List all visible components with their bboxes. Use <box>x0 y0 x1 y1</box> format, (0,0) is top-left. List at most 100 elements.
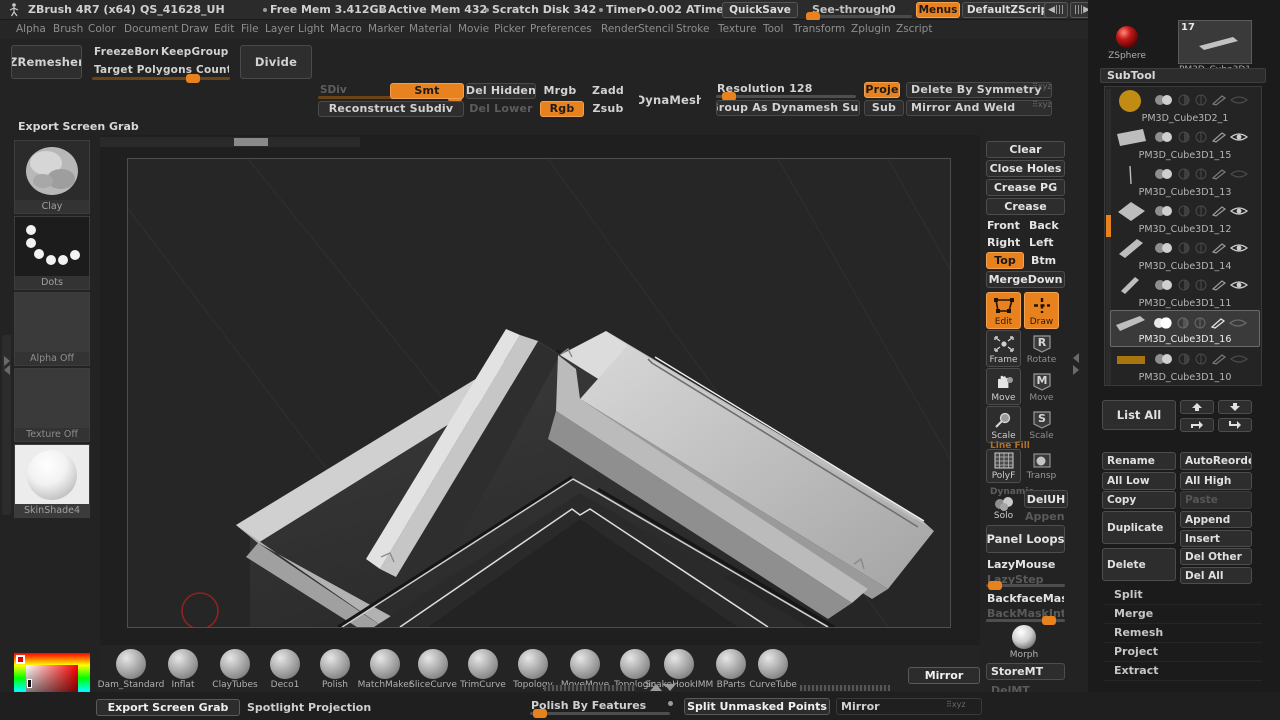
backface-mask-button[interactable]: BackfaceMas <box>986 590 1065 606</box>
menus-button[interactable]: Menus <box>916 2 960 18</box>
clear-button[interactable]: Clear <box>986 141 1065 158</box>
brush-shelf-scrollbar-left[interactable] <box>544 685 636 691</box>
half-circle-icon[interactable] <box>1177 279 1191 291</box>
subtool-row-1[interactable]: PM3D_Cube3D1_15 <box>1112 125 1258 162</box>
move-down-button[interactable] <box>1218 400 1252 414</box>
menu-item-texture[interactable]: Texture <box>718 23 756 35</box>
close-holes-button[interactable]: Close Holes <box>986 160 1065 177</box>
half-circle-icon[interactable] <box>1177 94 1191 106</box>
reconstruct-subdiv-button[interactable]: Reconstruct Subdiv <box>318 101 464 117</box>
move-up-button[interactable] <box>1180 400 1214 414</box>
all-low-button[interactable]: All Low <box>1102 472 1176 490</box>
morph-target-button[interactable]: Morph <box>1006 624 1042 660</box>
eye-dots-icon[interactable] <box>1154 242 1174 254</box>
nav-left-button[interactable]: ◀||| <box>1044 2 1068 18</box>
paint-brush-icon[interactable] <box>1211 94 1227 106</box>
tray-expand-arrow-icon[interactable] <box>1 350 12 380</box>
del-all-button[interactable]: Del All <box>1180 567 1252 584</box>
split-circle-icon[interactable] <box>1194 205 1208 217</box>
group-as-dynamesh-sub-button[interactable]: Group As Dynamesh Sub <box>716 100 860 116</box>
menu-item-macro[interactable]: Macro <box>330 23 362 35</box>
eye-dots-icon[interactable] <box>1154 205 1174 217</box>
menu-item-alpha[interactable]: Alpha <box>16 23 46 35</box>
menu-item-preferences[interactable]: Preferences <box>530 23 592 35</box>
brush-claytubes[interactable]: ClayTubes <box>212 649 258 691</box>
target-polygons-count-slider[interactable]: Target Polygons Count 5 <box>92 63 230 78</box>
brush-curvetube[interactable]: CurveTube <box>749 649 797 691</box>
split-circle-icon[interactable] <box>1194 94 1208 106</box>
duplicate-button[interactable]: Duplicate <box>1102 511 1176 544</box>
half-circle-icon[interactable] <box>1177 242 1191 254</box>
panel-loops-button[interactable]: Panel Loops <box>986 525 1065 553</box>
append-button[interactable]: Appen <box>1024 509 1072 524</box>
half-circle-icon[interactable] <box>1177 353 1191 365</box>
eye-dots-icon[interactable] <box>1154 168 1174 180</box>
menu-item-render[interactable]: Render <box>601 23 638 35</box>
shelf-scroll-arrows-icon[interactable] <box>644 683 680 692</box>
split-circle-icon[interactable] <box>1194 168 1208 180</box>
spotlight-projection-button[interactable]: Spotlight Projection <box>246 699 390 716</box>
target-polygons-track[interactable] <box>92 74 230 83</box>
move-out-button[interactable] <box>1218 418 1252 432</box>
delete-button[interactable]: Delete <box>1102 548 1176 581</box>
subtool-row-3[interactable]: PM3D_Cube3D1_12 <box>1112 199 1258 236</box>
resolution-track[interactable] <box>716 92 856 101</box>
menu-item-color[interactable]: Color <box>88 23 115 35</box>
split-circle-icon[interactable] <box>1194 279 1208 291</box>
project-section-button[interactable]: Project <box>1104 643 1262 662</box>
eye-dots-icon[interactable] <box>1154 131 1174 143</box>
solo-button[interactable]: Solo <box>986 493 1021 523</box>
move-gizmo-button[interactable]: M Move <box>1024 368 1059 405</box>
frame-button[interactable]: Frame <box>986 330 1021 367</box>
tool-zsphere-thumb[interactable]: ZSphere <box>1104 24 1150 64</box>
subtool-row-5[interactable]: PM3D_Cube3D1_11 <box>1112 273 1258 310</box>
view-left-button[interactable]: Left <box>1028 234 1066 251</box>
move-in-button[interactable] <box>1180 418 1214 432</box>
menu-item-zscript[interactable]: Zscript <box>896 23 932 35</box>
append-subtool-button[interactable]: Append <box>1180 511 1252 528</box>
mirror-viewport-button[interactable]: Mirror <box>908 667 980 684</box>
remesh-section-button[interactable]: Remesh <box>1104 624 1262 643</box>
merge-down-button[interactable]: MergeDown <box>986 271 1065 288</box>
brush-dam-standard[interactable]: Dam_Standard <box>98 649 164 691</box>
menu-item-draw[interactable]: Draw <box>181 23 208 35</box>
texture-swatch[interactable]: Texture Off <box>14 368 90 442</box>
menu-item-stroke[interactable]: Stroke <box>676 23 709 35</box>
brush-inflat[interactable]: Inflat <box>160 649 206 691</box>
view-top-button[interactable]: Top <box>986 252 1024 269</box>
eye-visibility-icon[interactable] <box>1230 131 1248 143</box>
paint-brush-icon[interactable] <box>1211 242 1227 254</box>
menu-item-brush[interactable]: Brush <box>53 23 83 35</box>
split-circle-icon[interactable] <box>1193 317 1207 329</box>
view-back-button[interactable]: Back <box>1028 217 1066 234</box>
menu-item-material[interactable]: Material <box>409 23 452 35</box>
material-swatch[interactable]: SkinShade4 <box>14 444 90 518</box>
eye-visibility-icon[interactable] <box>1230 353 1248 365</box>
menu-item-file[interactable]: File <box>241 23 259 35</box>
brush-matchmaker[interactable]: MatchMaker <box>358 649 412 691</box>
eye-visibility-icon[interactable] <box>1230 168 1248 180</box>
eye-dots-icon[interactable] <box>1154 353 1174 365</box>
view-front-button[interactable]: Front <box>986 217 1024 234</box>
paint-brush-icon[interactable] <box>1211 205 1227 217</box>
subtool-row-0[interactable]: PM3D_Cube3D2_1 <box>1112 88 1258 125</box>
menu-item-movie[interactable]: Movie <box>458 23 489 35</box>
eye-dots-icon[interactable] <box>1154 94 1174 106</box>
split-unmasked-points-button[interactable]: Split Unmasked Points <box>684 698 830 715</box>
back-mask-int-knob[interactable] <box>1042 616 1056 625</box>
crease-button[interactable]: Crease <box>986 198 1065 215</box>
menu-item-marker[interactable]: Marker <box>368 23 404 35</box>
model-3d-render[interactable] <box>128 159 950 627</box>
stroke-swatch[interactable]: Dots <box>14 216 90 290</box>
subtool-icon-group[interactable] <box>1154 239 1256 257</box>
eye-dots-icon[interactable] <box>1154 279 1174 291</box>
edit-mode-button[interactable]: Edit <box>986 292 1021 329</box>
smt-button[interactable]: Smt <box>390 83 464 99</box>
move-hand-button[interactable]: Move <box>986 368 1021 405</box>
eye-visibility-icon[interactable] <box>1229 317 1247 329</box>
eye-dots-icon[interactable] <box>1153 317 1173 329</box>
paint-brush-icon[interactable] <box>1211 353 1227 365</box>
paint-brush-icon[interactable] <box>1210 317 1226 329</box>
brush-trimcurve[interactable]: TrimCurve <box>460 649 506 691</box>
menu-item-transform[interactable]: Transform <box>793 23 845 35</box>
